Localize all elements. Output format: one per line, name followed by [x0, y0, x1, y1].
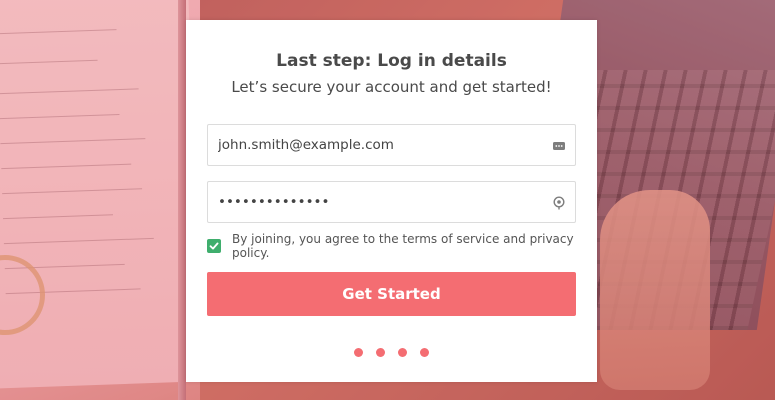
terms-row: By joining, you agree to the terms of se…: [207, 232, 587, 260]
checkmark-icon: [209, 242, 219, 250]
terms-prefix: By joining, you agree to the: [232, 232, 403, 246]
card-subtitle: Let’s secure your account and get starte…: [231, 78, 552, 96]
email-input[interactable]: [208, 125, 575, 165]
terms-suffix: .: [265, 246, 270, 260]
progress-dot: [376, 348, 385, 357]
terms-text: By joining, you agree to the terms of se…: [232, 232, 587, 260]
password-field[interactable]: [207, 181, 576, 223]
terms-middle: and: [499, 232, 530, 246]
password-manager-icon[interactable]: [552, 138, 566, 152]
get-started-button[interactable]: Get Started: [207, 272, 576, 316]
progress-dot: [420, 348, 429, 357]
terms-of-service-link[interactable]: terms of service: [402, 232, 499, 246]
progress-dot: [398, 348, 407, 357]
password-input[interactable]: [208, 182, 575, 222]
progress-dot: [354, 348, 363, 357]
email-field[interactable]: [207, 124, 576, 166]
progress-dots: [186, 348, 597, 357]
terms-checkbox[interactable]: [207, 239, 221, 253]
password-reveal-icon[interactable]: [552, 195, 566, 210]
login-scene: Last step: Log in details Let’s secure y…: [0, 0, 775, 400]
login-card: Last step: Log in details Let’s secure y…: [186, 20, 597, 382]
card-title: Last step: Log in details: [276, 51, 507, 71]
